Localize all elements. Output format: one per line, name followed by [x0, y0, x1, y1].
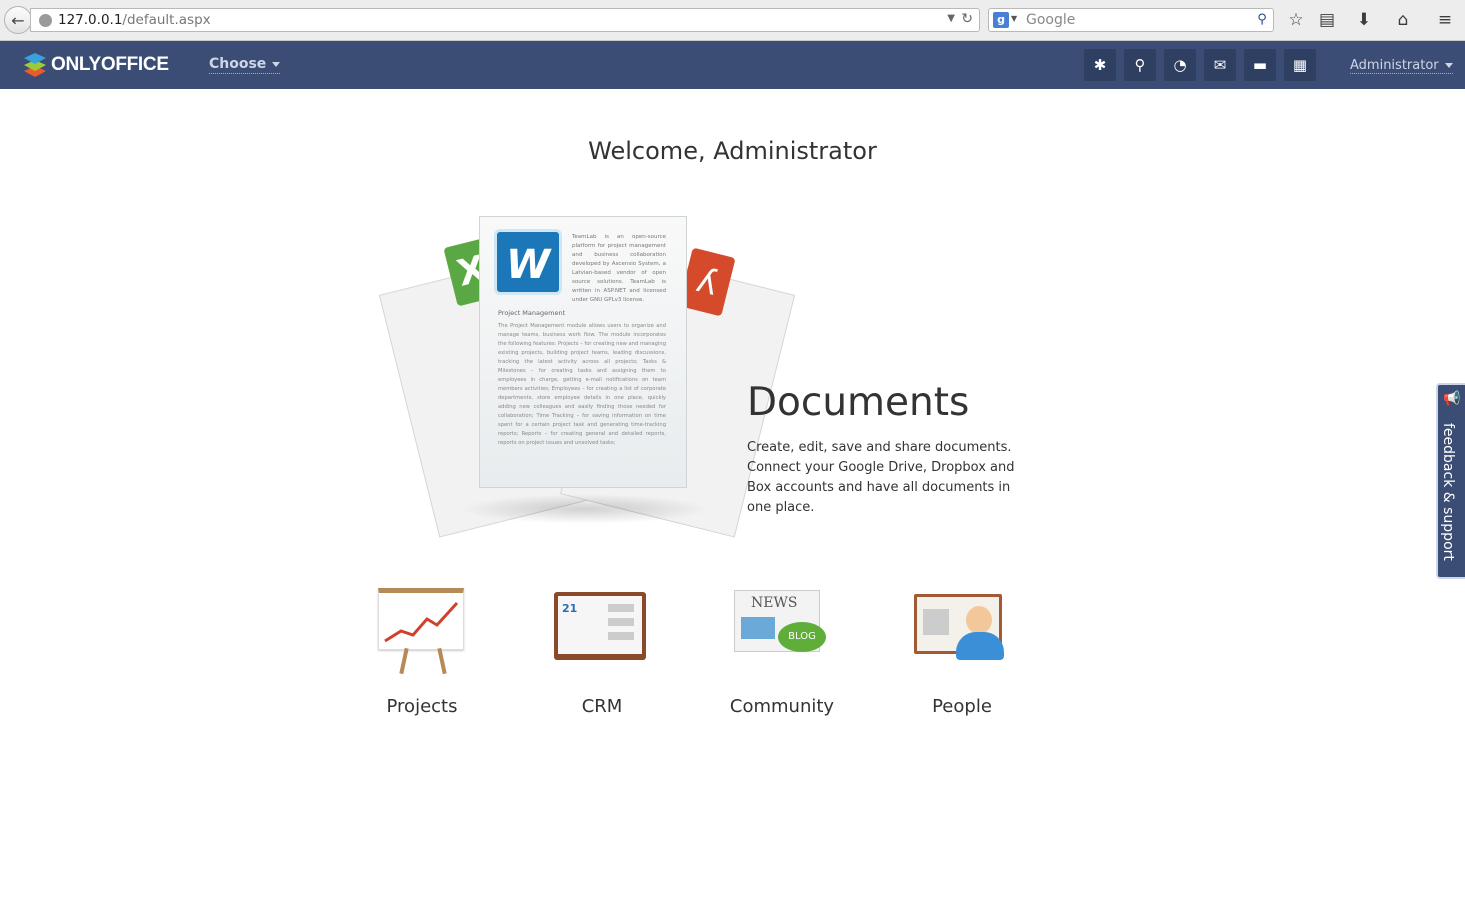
projects-label: Projects — [386, 696, 458, 717]
documents-description: Create, edit, save and share documents. … — [747, 440, 1015, 515]
back-button[interactable]: ← — [4, 6, 32, 34]
calendar-button[interactable]: ▦ — [1284, 49, 1316, 81]
google-engine-icon[interactable]: g — [993, 12, 1009, 28]
search-go-icon[interactable]: ⚲ — [1253, 11, 1271, 29]
mail-button[interactable]: ✉ — [1204, 49, 1236, 81]
crm-icon: 21 — [554, 580, 650, 680]
chat-button[interactable]: ▬ — [1244, 49, 1276, 81]
crm-label: CRM — [581, 696, 623, 717]
feedback-label: feedback & support — [1440, 423, 1456, 561]
mail-icon: ✉ — [1213, 56, 1227, 74]
documents-title[interactable]: Documents — [747, 380, 969, 425]
documents-illustration[interactable]: X ʎ W TeamLab is an open-source platform… — [378, 212, 796, 542]
globe-icon — [39, 14, 52, 27]
illustration-shadow — [460, 494, 710, 524]
chevron-down-icon — [1444, 63, 1453, 68]
calendar-day-text: 21 — [562, 602, 578, 615]
module-people[interactable]: People — [882, 580, 1042, 717]
home-icon[interactable]: ⌂ — [1392, 9, 1414, 31]
welcome-heading: Welcome, Administrator — [588, 137, 877, 165]
feed-button[interactable]: ◔ — [1164, 49, 1196, 81]
logo-layers-icon — [22, 52, 48, 78]
address-bar[interactable]: 127.0.0.1/default.aspx ▼ ↻ — [30, 8, 980, 32]
megaphone-icon: 📢 — [1443, 391, 1461, 407]
choose-label: Choose — [209, 56, 267, 72]
people-label: People — [932, 696, 992, 717]
menu-icon[interactable]: ≡ — [1434, 9, 1456, 31]
sheet-body-text: The Project Management module allows use… — [498, 323, 666, 446]
logo-text: ONLYOFFICE — [51, 54, 169, 75]
search-button[interactable]: ⚲ — [1124, 49, 1156, 81]
people-icon — [914, 580, 1010, 680]
url-dropdown-icon[interactable]: ▼ — [947, 13, 955, 24]
calendar-icon: ▦ — [1292, 56, 1308, 74]
onlyoffice-logo[interactable]: ONLYOFFICE — [22, 52, 169, 78]
feedback-support-tab[interactable]: 📢 feedback & support — [1436, 383, 1465, 579]
news-text: NEWS — [751, 595, 798, 611]
module-crm[interactable]: 21 CRM — [522, 580, 682, 717]
sheet-heading: Project Management — [498, 309, 566, 317]
word-document-sheet: W TeamLab is an open-source platform for… — [479, 216, 687, 488]
engine-dropdown-icon[interactable]: ▼ — [1011, 14, 1017, 23]
url-host: 127.0.0.1 — [58, 12, 123, 28]
projects-icon — [374, 580, 470, 680]
sheet-intro-text: TeamLab is an open-source platform for p… — [572, 234, 666, 303]
word-icon: W — [494, 229, 562, 295]
community-label: Community — [729, 696, 835, 717]
settings-button[interactable]: ✱ — [1084, 49, 1116, 81]
chevron-down-icon — [272, 61, 281, 67]
bookmarks-list-icon[interactable]: ▤ — [1316, 9, 1338, 31]
search-icon: ⚲ — [1134, 56, 1146, 74]
module-projects[interactable]: Projects — [342, 580, 502, 717]
blog-bubble: BLOG — [778, 622, 826, 652]
community-icon: NEWS BLOG — [734, 580, 830, 680]
chat-icon: ▬ — [1252, 56, 1268, 74]
gear-icon: ✱ — [1093, 56, 1107, 74]
module-community[interactable]: NEWS BLOG Community — [702, 580, 862, 717]
browser-search-box[interactable]: g ▼ Google ⚲ — [988, 8, 1274, 32]
reload-icon[interactable]: ↻ — [961, 11, 973, 27]
browser-toolbar: ← 127.0.0.1/default.aspx ▼ ↻ g ▼ Google … — [0, 0, 1465, 41]
choose-module-dropdown[interactable]: Choose — [209, 56, 281, 74]
feed-icon: ◔ — [1173, 56, 1187, 74]
downloads-icon[interactable]: ⬇ — [1353, 9, 1375, 31]
bookmark-star-icon[interactable]: ☆ — [1285, 9, 1307, 31]
search-placeholder: Google — [1026, 12, 1076, 28]
user-name: Administrator — [1350, 58, 1439, 73]
user-menu[interactable]: Administrator — [1350, 58, 1453, 74]
url-text: 127.0.0.1/default.aspx — [58, 12, 211, 28]
url-path: /default.aspx — [122, 12, 211, 28]
app-header: ONLYOFFICE Choose ✱ ⚲ ◔ ✉ ▬ ▦ Administra… — [0, 41, 1465, 89]
